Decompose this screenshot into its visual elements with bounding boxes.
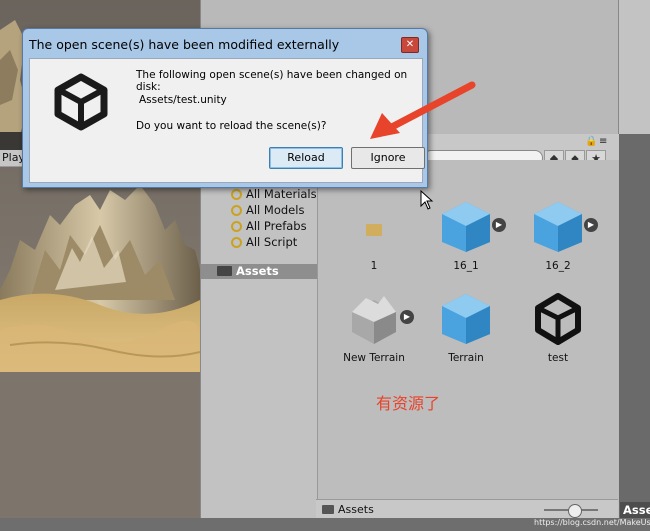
watermark: https://blog.csdn.net/MakeUsn [534, 518, 650, 527]
asset-item-new-terrain[interactable]: ▶ New Terrain [334, 286, 414, 364]
favorites-tree: All Materials All Models All Prefabs All… [201, 160, 318, 531]
asset-grid: 1 ▶ 16_1 ▶ 16_2 ▶ New Terrain Terrain te… [318, 160, 619, 502]
tree-item-assets[interactable]: Assets [201, 264, 317, 279]
unity-logo-icon [54, 73, 108, 131]
tree-item-all-materials[interactable]: All Materials [231, 187, 317, 202]
reload-button[interactable]: Reload [269, 147, 343, 169]
terrain-icon [352, 296, 396, 344]
folder-icon [322, 505, 334, 514]
dialog-message-line2: disk: [136, 81, 161, 93]
asset-item-test-scene[interactable]: test [518, 286, 598, 364]
dialog-title: The open scene(s) have been modified ext… [29, 37, 340, 52]
asset-item-16-1[interactable]: ▶ 16_1 [426, 194, 506, 272]
project-path-bar: Assets [316, 499, 618, 519]
search-filter-icon [231, 205, 242, 216]
asset-item-terrain[interactable]: Terrain [426, 286, 506, 364]
tree-item-all-script[interactable]: All Script [231, 235, 297, 250]
play-badge-icon[interactable]: ▶ [400, 310, 414, 324]
dialog-question: Do you want to reload the scene(s)? [136, 120, 327, 132]
ignore-button[interactable]: Ignore [351, 147, 425, 169]
folder-icon [366, 224, 382, 236]
search-filter-icon [231, 189, 242, 200]
search-filter-icon [231, 237, 242, 248]
folder-icon [217, 266, 232, 276]
cube-icon [534, 202, 582, 252]
lower-left-panel [0, 372, 200, 531]
zoom-slider-handle[interactable] [568, 504, 582, 518]
breadcrumb[interactable]: Assets [338, 503, 374, 516]
side-panel [618, 134, 650, 531]
play-badge-icon[interactable]: ▶ [584, 218, 598, 232]
annotation-text: 有资源了 [376, 394, 441, 413]
close-icon[interactable]: ✕ [401, 37, 419, 53]
panel-menu-icon[interactable]: ≡ [599, 137, 607, 147]
dialog-scene-path: Assets/test.unity [139, 94, 227, 106]
play-badge-icon[interactable]: ▶ [492, 218, 506, 232]
tree-item-all-models[interactable]: All Models [231, 203, 304, 218]
tree-item-all-prefabs[interactable]: All Prefabs [231, 219, 307, 234]
project-panel: 🔒 ≡ ◆ ⬥ ★ All Materials All Models All P… [200, 134, 619, 531]
side-panel-label[interactable]: Asse [620, 502, 650, 518]
mouse-cursor-icon [420, 190, 434, 210]
side-panel-top [618, 0, 650, 134]
cube-icon [442, 294, 490, 344]
lock-icon[interactable]: 🔒 [585, 137, 597, 147]
asset-item-folder-1[interactable]: 1 [334, 194, 414, 272]
cube-icon [442, 202, 490, 252]
unity-logo-icon [535, 293, 581, 345]
annotation-arrow [370, 81, 476, 139]
search-filter-icon [231, 221, 242, 232]
asset-item-16-2[interactable]: ▶ 16_2 [518, 194, 598, 272]
